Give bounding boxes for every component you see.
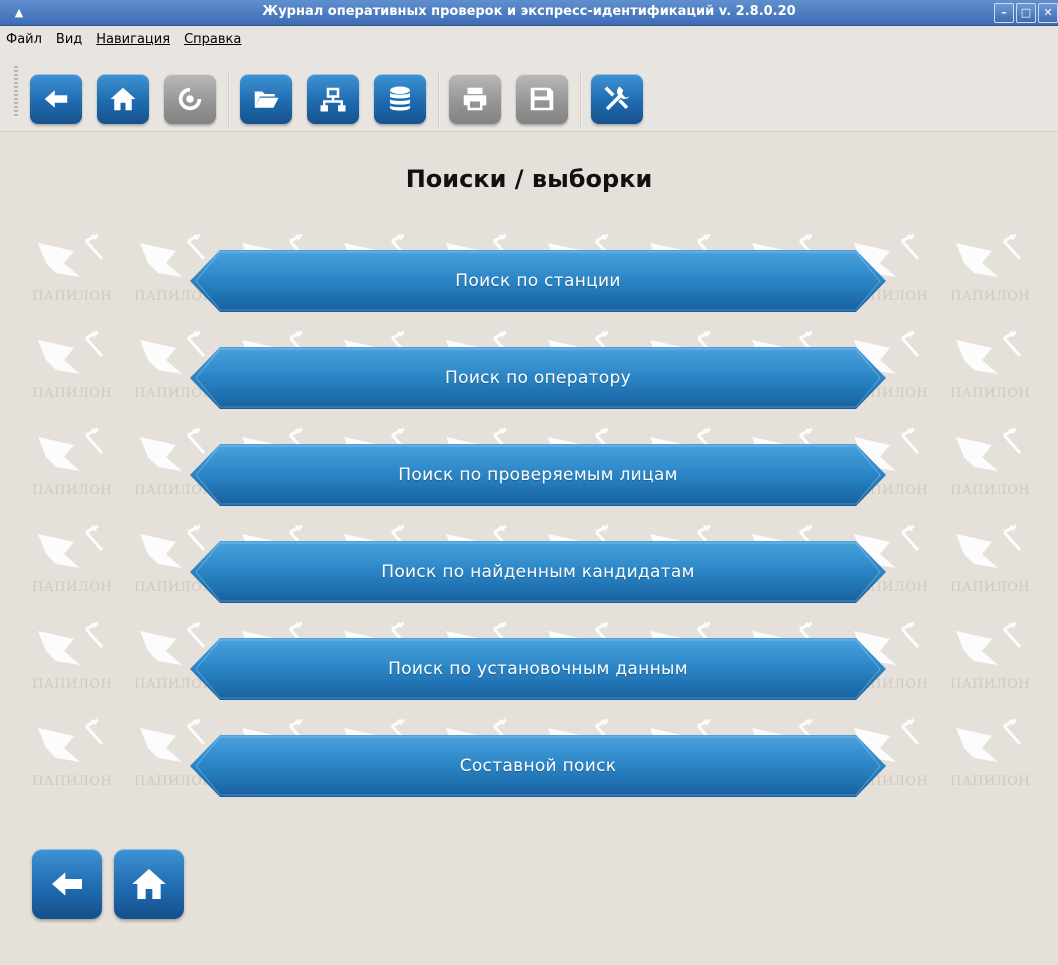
watermark-logo: ПАПИЛОН: [32, 320, 134, 417]
window-title: Журнал оперативных проверок и экспресс-и…: [262, 4, 796, 19]
toolbar-open-button[interactable]: [240, 74, 292, 124]
refresh-icon: [178, 87, 202, 111]
watermark-text: ПАПИЛОН: [950, 289, 1031, 304]
search-button-label: Поиск по станции: [455, 271, 621, 291]
toolbar-separator: [580, 72, 582, 128]
toolbar: [0, 52, 1058, 132]
watermark-logo: ПАПИЛОН: [950, 514, 1052, 611]
window-titlebar: ▲ Журнал оперативных проверок и экспресс…: [0, 0, 1058, 26]
watermark-text: ПАПИЛОН: [950, 580, 1031, 595]
menu-navigation[interactable]: Навигация: [96, 32, 170, 47]
page-title: Поиски / выборки: [405, 165, 653, 193]
search-button-label: Поиск по проверяемым лицам: [398, 465, 678, 485]
toolbar-print-button[interactable]: [449, 74, 501, 124]
minimize-button[interactable]: –: [994, 3, 1014, 23]
watermark-logo: ПАПИЛОН: [32, 611, 134, 708]
watermark-logo: ПАПИЛОН: [950, 708, 1052, 805]
search-button[interactable]: Поиск по найденным кандидатам: [190, 541, 886, 603]
home-icon: [110, 87, 136, 111]
watermark-text: ПАПИЛОН: [950, 386, 1031, 401]
search-button-label: Поиск по оператору: [445, 368, 631, 388]
maximize-button[interactable]: □: [1016, 3, 1036, 23]
toolbar-save-button[interactable]: [516, 74, 568, 124]
toolbar-back-button[interactable]: [30, 74, 82, 124]
watermark-logo: ПАПИЛОН: [32, 708, 134, 805]
search-button[interactable]: Составной поиск: [190, 735, 886, 797]
watermark-background: ПАПИЛОН ПАПИЛОН ПАПИЛОН ПАПИЛОН ПАПИЛОН ПАПИЛ…: [0, 223, 1058, 823]
toolbar-home-button[interactable]: [97, 74, 149, 124]
search-button[interactable]: Поиск по проверяемым лицам: [190, 444, 886, 506]
watermark-logo: ПАПИЛОН: [950, 320, 1052, 417]
save-icon: [530, 87, 554, 111]
menu-view[interactable]: Вид: [56, 32, 82, 47]
menu-file[interactable]: Файл: [6, 32, 42, 47]
watermark-logo: ПАПИЛОН: [32, 514, 134, 611]
watermark-logo: ПАПИЛОН: [950, 417, 1052, 514]
tools-icon: [604, 86, 630, 111]
search-panel: ПАПИЛОН ПАПИЛОН ПАПИЛОН ПАПИЛОН ПАПИЛОН ПАПИЛ…: [0, 133, 1058, 965]
bottom-home-button[interactable]: [114, 849, 184, 919]
watermark-text: ПАПИЛОН: [950, 483, 1031, 498]
search-button[interactable]: Поиск по оператору: [190, 347, 886, 409]
watermark-text: ПАПИЛОН: [32, 677, 113, 692]
watermark-text: ПАПИЛОН: [32, 289, 113, 304]
bottom-navigation: [32, 849, 184, 919]
window-controls: – □ ✕: [994, 3, 1058, 23]
watermark-text: ПАПИЛОН: [950, 774, 1031, 789]
watermark-logo: ПАПИЛОН: [32, 223, 134, 320]
database-icon: [390, 86, 410, 111]
watermark-text: ПАПИЛОН: [32, 580, 113, 595]
bottom-back-button[interactable]: [32, 849, 102, 919]
watermark-text: ПАПИЛОН: [32, 774, 113, 789]
toolbar-separator: [438, 72, 440, 128]
toolbar-grip[interactable]: [14, 66, 18, 118]
search-button[interactable]: Поиск по станции: [190, 250, 886, 312]
close-button[interactable]: ✕: [1038, 3, 1058, 23]
watermark-text: ПАПИЛОН: [32, 483, 113, 498]
toolbar-network-button[interactable]: [307, 74, 359, 124]
menubar: Файл Вид Навигация Справка: [0, 26, 1058, 52]
toolbar-settings-button[interactable]: [591, 74, 643, 124]
watermark-text: ПАПИЛОН: [950, 677, 1031, 692]
toolbar-separator: [228, 72, 230, 128]
folder-open-icon: [254, 91, 279, 108]
menu-help[interactable]: Справка: [184, 32, 241, 47]
search-button-label: Поиск по найденным кандидатам: [381, 562, 695, 582]
toolbar-database-button[interactable]: [374, 74, 426, 124]
watermark-text: ПАПИЛОН: [32, 386, 113, 401]
back-arrow-icon: [44, 90, 68, 108]
search-button-label: Составной поиск: [459, 756, 617, 776]
network-icon: [320, 87, 346, 112]
toolbar-refresh-button[interactable]: [164, 74, 216, 124]
back-arrow-icon: [52, 872, 82, 896]
search-button-label: Поиск по установочным данным: [388, 659, 688, 679]
watermark-logo: ПАПИЛОН: [32, 417, 134, 514]
print-icon: [463, 87, 487, 111]
search-button[interactable]: Поиск по установочным данным: [190, 638, 886, 700]
home-icon: [132, 869, 166, 899]
watermark-logo: ПАПИЛОН: [950, 611, 1052, 708]
watermark-logo: ПАПИЛОН: [950, 223, 1052, 320]
